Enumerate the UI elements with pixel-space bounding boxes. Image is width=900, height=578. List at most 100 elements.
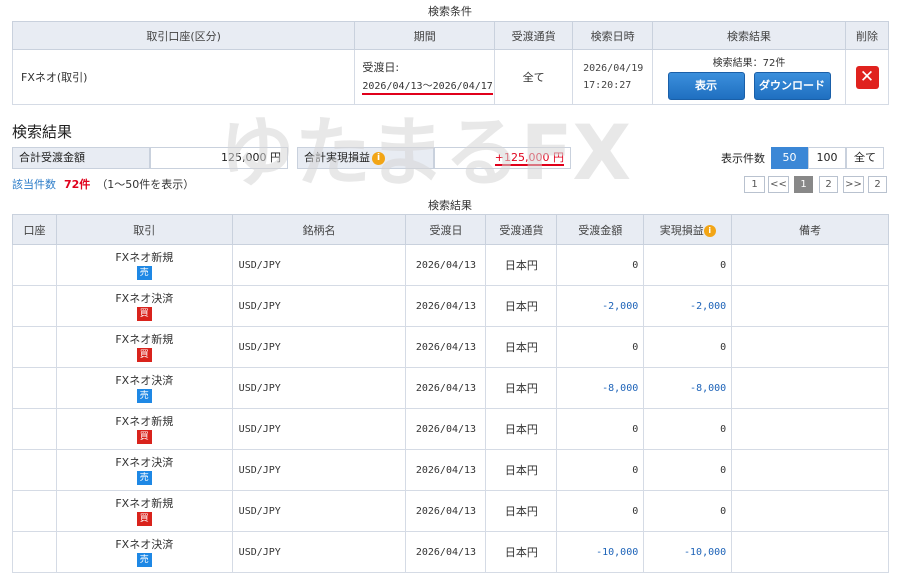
header-search-date: 検索日時 <box>572 21 654 50</box>
row-note <box>731 408 889 450</box>
side-badge: 売 <box>136 552 152 567</box>
header-delete: 削除 <box>845 21 889 50</box>
condition-account: FXネオ(取引) <box>11 49 356 105</box>
trade-type: FXネオ決済 <box>115 455 174 469</box>
row-note <box>731 490 889 532</box>
side-badge: 売 <box>136 265 152 280</box>
search-condition-table: 取引口座(区分) 期間 受渡通貨 検索日時 検索結果 削除 FXネオ(取引) 受… <box>11 21 889 105</box>
profit-info-icon[interactable]: i <box>703 224 716 237</box>
row-trade: FXネオ新規買 <box>55 408 233 450</box>
search-date: 2026/04/19 <box>583 63 644 74</box>
pager-first-button[interactable]: 1 <box>744 176 765 193</box>
show-button[interactable]: 表示 <box>667 72 745 100</box>
row-currency: 日本円 <box>485 449 558 491</box>
col-note: 備考 <box>731 214 889 245</box>
condition-result-cell: 検索結果：72件 表示 ダウンロード <box>652 49 846 105</box>
row-currency: 日本円 <box>485 408 558 450</box>
row-account <box>12 326 57 368</box>
side-badge: 売 <box>136 388 152 403</box>
result-table-body: FXネオ新規売 USD/JPY 2026/04/13 日本円 0 0 FXネオ決済買 USD/… <box>12 244 889 573</box>
row-currency: 日本円 <box>485 490 558 532</box>
list-title: 検索結果 <box>428 199 472 212</box>
row-currency: 日本円 <box>485 285 558 327</box>
total-profit-label-cell: 合計実現損益 i <box>297 147 434 169</box>
result-table: 口座 取引 銘柄名 受渡日 受渡通貨 受渡金額 実現損益 i 備考 FXネオ新規売… <box>12 214 889 573</box>
display-50-button[interactable]: 50 <box>771 147 808 169</box>
row-account <box>12 531 57 573</box>
row-profit: -2,000 <box>643 285 733 327</box>
row-date: 2026/04/13 <box>405 367 487 409</box>
row-currency: 日本円 <box>485 367 558 409</box>
row-date: 2026/04/13 <box>405 531 487 573</box>
col-profit-label: 実現損益 <box>659 223 704 237</box>
row-amount: 0 <box>556 408 645 450</box>
row-symbol: USD/JPY <box>231 531 407 573</box>
row-profit: 0 <box>643 408 733 450</box>
row-account <box>12 285 57 327</box>
table-row: FXネオ決済売 USD/JPY 2026/04/13 日本円 0 0 <box>12 449 889 491</box>
row-account <box>12 244 57 286</box>
download-button[interactable]: ダウンロード <box>753 72 831 100</box>
row-symbol: USD/JPY <box>231 285 407 327</box>
row-amount: 0 <box>556 326 645 368</box>
trade-type: FXネオ決済 <box>115 291 174 305</box>
table-row: FXネオ新規買 USD/JPY 2026/04/13 日本円 0 0 <box>12 326 889 368</box>
pager-next-button[interactable]: >> <box>843 176 864 193</box>
row-trade: FXネオ決済買 <box>55 285 233 327</box>
row-date: 2026/04/13 <box>405 326 487 368</box>
hits-range: （1～50件を表示） <box>96 178 195 191</box>
row-profit: 0 <box>643 449 733 491</box>
pager-last-button[interactable]: 2 <box>868 176 887 193</box>
total-profit-label: 合計実現損益 <box>304 151 370 164</box>
trade-type: FXネオ新規 <box>115 250 174 264</box>
col-currency: 受渡通貨 <box>485 214 558 245</box>
period-range: 2026/04/13～2026/04/17 <box>362 80 493 95</box>
info-icon[interactable]: i <box>372 151 385 165</box>
row-currency: 日本円 <box>485 244 558 286</box>
col-profit: 実現損益 i <box>643 214 733 245</box>
pager-page-1[interactable]: 1 <box>794 176 813 193</box>
row-amount: -10,000 <box>556 531 645 573</box>
row-amount: 0 <box>556 490 645 532</box>
row-date: 2026/04/13 <box>405 449 487 491</box>
trade-type: FXネオ決済 <box>115 537 174 551</box>
side-badge: 買 <box>136 347 152 362</box>
display-all-button[interactable]: 全て <box>846 147 884 169</box>
col-account: 口座 <box>12 214 57 245</box>
row-symbol: USD/JPY <box>231 490 407 532</box>
search-condition-title: 検索条件 <box>428 5 472 18</box>
row-note <box>731 326 889 368</box>
row-profit: -10,000 <box>643 531 733 573</box>
pager-page-2[interactable]: 2 <box>819 176 838 193</box>
row-profit: 0 <box>643 244 733 286</box>
row-trade: FXネオ新規買 <box>55 326 233 368</box>
row-trade: FXネオ決済売 <box>55 449 233 491</box>
row-currency: 日本円 <box>485 326 558 368</box>
display-100-button[interactable]: 100 <box>808 147 846 169</box>
row-amount: 0 <box>556 449 645 491</box>
search-time: 17:20:27 <box>583 80 632 91</box>
header-period: 期間 <box>354 21 496 50</box>
table-row: FXネオ決済買 USD/JPY 2026/04/13 日本円 -2,000 -2,000 <box>12 285 889 327</box>
period-label: 受渡日: <box>362 60 400 74</box>
row-date: 2026/04/13 <box>405 490 487 532</box>
trade-type: FXネオ決済 <box>115 373 174 387</box>
row-trade: FXネオ決済売 <box>55 531 233 573</box>
table-row: FXネオ新規買 USD/JPY 2026/04/13 日本円 0 0 <box>12 490 889 532</box>
side-badge: 買 <box>136 429 152 444</box>
side-badge: 売 <box>136 470 152 485</box>
header-currency: 受渡通貨 <box>494 21 574 50</box>
row-date: 2026/04/13 <box>405 244 487 286</box>
row-symbol: USD/JPY <box>231 244 407 286</box>
row-account <box>12 490 57 532</box>
total-delivery-label: 合計受渡金額 <box>12 147 150 169</box>
row-trade: FXネオ新規買 <box>55 490 233 532</box>
condition-search-datetime: 2026/04/19 17:20:27 <box>572 49 654 105</box>
table-row: FXネオ新規売 USD/JPY 2026/04/13 日本円 0 0 <box>12 244 889 286</box>
row-note <box>731 531 889 573</box>
condition-currency: 全て <box>494 49 574 105</box>
row-date: 2026/04/13 <box>405 408 487 450</box>
pager-prev-button[interactable]: << <box>768 176 789 193</box>
delete-icon[interactable]: ✕ <box>855 65 879 89</box>
side-badge: 買 <box>136 511 152 526</box>
